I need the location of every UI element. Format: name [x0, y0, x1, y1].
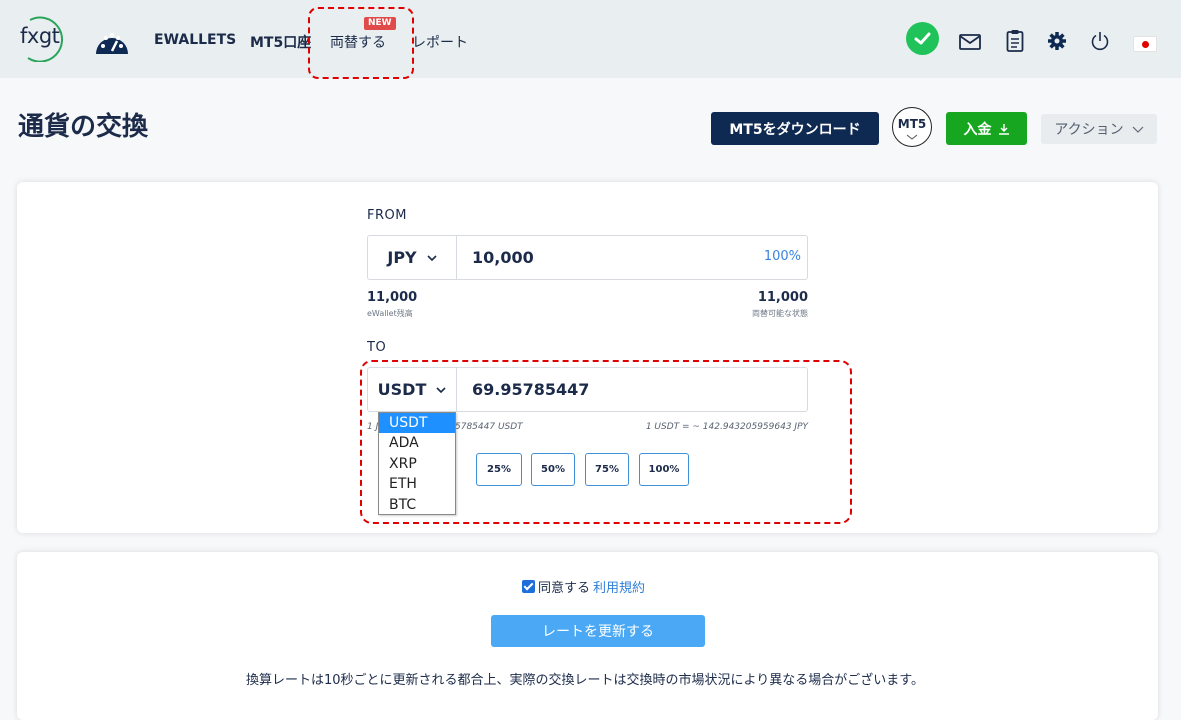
download-mt5-button[interactable]: MT5をダウンロード [711, 112, 879, 145]
to-label: TO [367, 340, 387, 355]
japan-flag-language-icon[interactable] [1133, 36, 1157, 52]
mt5-badge-label: MT5 [897, 117, 927, 131]
highlight-exchange-nav [308, 7, 414, 79]
chevron-down-icon [427, 254, 437, 261]
nav-report[interactable]: レポート [412, 32, 468, 52]
nav-mt5-account[interactable]: MT5口座 [250, 32, 311, 52]
nav-ewallets[interactable]: EWALLETS [154, 32, 236, 48]
download-arrow-icon [998, 123, 1009, 135]
action-dropdown-button[interactable]: アクション [1041, 114, 1157, 144]
page-title: 通貨の交換 [18, 112, 149, 142]
agree-label: 同意する [538, 581, 591, 596]
from-label: FROM [367, 208, 407, 223]
mail-icon[interactable] [959, 34, 981, 50]
settings-gear-icon[interactable] [1047, 31, 1067, 51]
clipboard-icon[interactable] [1006, 29, 1024, 53]
dashboard-gauge-icon[interactable] [94, 26, 130, 56]
chevron-down-icon [906, 134, 918, 140]
fxgt-logo[interactable]: fxgt [18, 16, 72, 62]
refresh-rate-button[interactable]: レートを更新する [491, 615, 705, 647]
mt5-platform-button[interactable]: MT5 [892, 107, 932, 147]
verified-check-icon[interactable] [906, 22, 939, 55]
ewallet-balance-label: eWallet残高 [367, 309, 413, 318]
from-currency-value: JPY [387, 248, 417, 267]
top-navbar: fxgt EWALLETS MT5口座 両替する NEW レポート [0, 0, 1181, 79]
from-currency-select[interactable]: JPY [368, 236, 457, 279]
chevron-down-icon [1132, 126, 1144, 133]
exchangeable-label: 両替可能な状態 [752, 309, 808, 318]
ewallet-balance-value: 11,000 [367, 290, 418, 305]
highlight-to-section [360, 360, 852, 524]
agree-row: 同意する 利用規約 [522, 577, 645, 596]
deposit-label: 入金 [963, 121, 992, 138]
logo-text: fxgt [20, 24, 60, 48]
from-field: JPY 10,000 100% [367, 235, 808, 280]
action-label: アクション [1054, 122, 1124, 138]
agree-checkbox[interactable] [522, 580, 535, 593]
deposit-button[interactable]: 入金 [946, 112, 1027, 145]
exchangeable-value: 11,000 [757, 290, 808, 305]
power-logout-icon[interactable] [1090, 31, 1110, 51]
rate-disclaimer: 換算レートは10秒ごとに更新される都合上、実際の交換レートは交換時の市場状況によ… [246, 673, 924, 688]
terms-link[interactable]: 利用規約 [593, 577, 645, 596]
from-percent-label: 100% [763, 249, 801, 264]
from-amount-input[interactable]: 10,000 [472, 248, 534, 267]
